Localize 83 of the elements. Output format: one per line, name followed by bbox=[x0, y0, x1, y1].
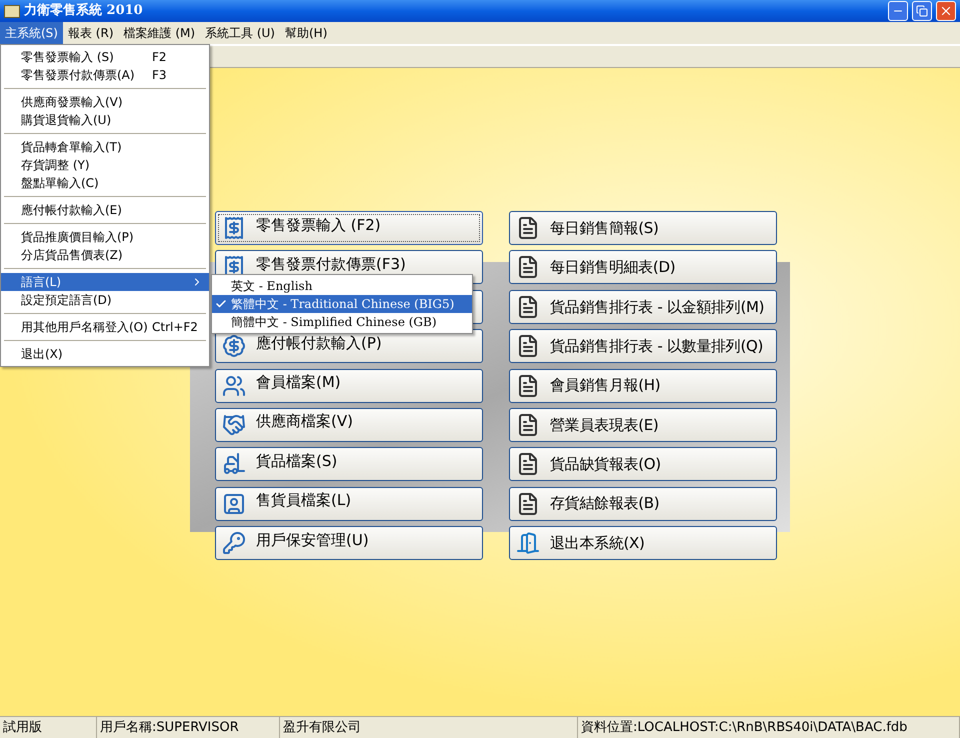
dollar-icon bbox=[222, 334, 246, 358]
menu-button[interactable]: 貨品檔案(S) bbox=[215, 447, 483, 482]
shortcut-text: F2 bbox=[152, 49, 167, 66]
menu-item-label: 購貨退貨輸入(U) bbox=[21, 112, 112, 129]
menu-item-label: 零售發票輸入 (S) bbox=[21, 49, 115, 66]
menu-item-label: 盤點單輸入(C) bbox=[21, 175, 100, 192]
menu-item-label: 退出(X) bbox=[21, 346, 64, 363]
menu-button[interactable]: 零售發票輸入 (F2) bbox=[215, 211, 483, 245]
status-text: 試用版 bbox=[0, 717, 97, 738]
document-icon bbox=[516, 452, 540, 476]
menu-bar-item[interactable]: 主系統(S) bbox=[0, 22, 63, 44]
menu-item-label: 零售發票付款傳票(A) bbox=[21, 67, 136, 84]
submenu-item[interactable]: 簡體中文 - Simplified Chinese (GB) bbox=[212, 313, 472, 331]
menu-item-label: 貨品推廣價目輸入(P) bbox=[21, 229, 135, 246]
report-button[interactable]: 營業員表現表(E) bbox=[509, 408, 777, 442]
menu-item[interactable]: 貨品推廣價目輸入(P) bbox=[1, 228, 209, 246]
restore-button[interactable] bbox=[912, 1, 932, 21]
menu-item[interactable]: 設定預定語言(D) bbox=[1, 291, 209, 309]
menu-item-label: 設定預定語言(D) bbox=[21, 292, 113, 309]
user-icon bbox=[222, 492, 246, 516]
document-icon bbox=[516, 216, 540, 240]
menu-item[interactable]: 購貨退貨輸入(U) bbox=[1, 111, 209, 129]
menu-item[interactable]: 應付帳付款輸入(E) bbox=[1, 201, 209, 219]
close-button[interactable] bbox=[936, 1, 956, 21]
menu-item[interactable]: 退出(X) bbox=[1, 345, 209, 363]
app-icon bbox=[4, 4, 20, 18]
restore-icon bbox=[916, 5, 928, 17]
menu-item[interactable]: 盤點單輸入(C) bbox=[1, 174, 209, 192]
door-icon bbox=[516, 531, 540, 556]
menu-item[interactable]: 貨品轉倉單輸入(T) bbox=[1, 138, 209, 156]
people-icon bbox=[222, 374, 246, 398]
report-button[interactable]: 每日銷售簡報(S) bbox=[509, 211, 777, 245]
window-title: 力衛零售系統 2010 bbox=[24, 2, 144, 20]
close-icon bbox=[939, 4, 953, 18]
menu-button[interactable]: 會員檔案(M) bbox=[215, 368, 483, 403]
report-button[interactable]: 貨品銷售排行表 - 以金額排列(M) bbox=[509, 290, 777, 324]
forklift-icon bbox=[222, 452, 246, 476]
report-button[interactable]: 退出本系統(X) bbox=[509, 526, 777, 560]
document-icon bbox=[516, 412, 540, 437]
menu-button[interactable]: 售貨員檔案(L) bbox=[215, 486, 483, 521]
menu-item-label: 貨品轉倉單輸入(T) bbox=[21, 139, 123, 156]
document-icon bbox=[516, 294, 540, 319]
menu-bar-item[interactable]: 報表 (R) bbox=[62, 22, 118, 44]
menu-item[interactable]: 零售發票付款傳票(A) F3 bbox=[1, 66, 209, 84]
status-text: 盈升有限公司 bbox=[280, 717, 578, 738]
menu-item[interactable]: 分店貨品售價表(Z) bbox=[1, 246, 209, 264]
menu-item-label: 用其他用戶名稱登入(O) bbox=[21, 319, 149, 336]
shortcut-text: F3 bbox=[152, 67, 167, 84]
handshake-icon bbox=[222, 412, 246, 437]
check-icon bbox=[215, 298, 227, 310]
document-icon bbox=[516, 255, 540, 280]
menu-item[interactable]: 用其他用戶名稱登入(O) Ctrl+F2 bbox=[1, 318, 209, 336]
menu-bar-item[interactable]: 幫助(H) bbox=[280, 22, 332, 44]
menu-item[interactable]: 語言(L) bbox=[1, 273, 209, 291]
status-text: 用戶名稱:SUPERVISOR bbox=[97, 717, 280, 738]
menu-item-label: 供應商發票輸入(V) bbox=[21, 94, 124, 111]
menu-bar-item[interactable]: 系統工具 (U) bbox=[200, 22, 280, 44]
receipt-icon bbox=[222, 216, 246, 240]
submenu-item-label: 簡體中文 - Simplified Chinese (GB) bbox=[231, 314, 436, 331]
key-icon bbox=[222, 531, 246, 556]
menu-item[interactable]: 供應商發票輸入(V) bbox=[1, 93, 209, 111]
menu-item[interactable]: 零售發票輸入 (S) F2 bbox=[1, 48, 209, 66]
report-button[interactable]: 會員銷售月報(H) bbox=[509, 368, 777, 403]
submenu-item-label: 繁體中文 - Traditional Chinese (BIG5) bbox=[231, 296, 454, 313]
report-button[interactable]: 貨品銷售排行表 - 以數量排列(Q) bbox=[509, 329, 777, 364]
menu-item-label: 分店貨品售價表(Z) bbox=[21, 247, 124, 264]
menu-item-label: 應付帳付款輸入(E) bbox=[21, 202, 123, 219]
menu-item-label: 語言(L) bbox=[21, 274, 62, 291]
report-button[interactable]: 存貨結餘報表(B) bbox=[509, 486, 777, 521]
menu-button[interactable]: 用戶保安管理(U) bbox=[215, 526, 483, 560]
menu-item-label: 存貨調整 (Y) bbox=[21, 157, 91, 174]
minimize-button[interactable] bbox=[888, 1, 908, 21]
document-icon bbox=[516, 492, 540, 516]
shortcut-text: Ctrl+F2 bbox=[152, 319, 198, 336]
menu-item[interactable]: 存貨調整 (Y) bbox=[1, 156, 209, 174]
document-icon bbox=[516, 334, 540, 358]
status-text: 資料位置:LOCALHOST:C:\RnB\RBS40i\DATA\BAC.fdb bbox=[578, 717, 960, 738]
menu-bar-item[interactable]: 檔案維護 (M) bbox=[118, 22, 200, 44]
submenu-item[interactable]: 繁體中文 - Traditional Chinese (BIG5) bbox=[212, 295, 472, 313]
report-button[interactable]: 貨品缺貨報表(O) bbox=[509, 447, 777, 482]
report-button[interactable]: 每日銷售明細表(D) bbox=[509, 250, 777, 284]
document-icon bbox=[516, 374, 540, 398]
menu-button[interactable]: 供應商檔案(V) bbox=[215, 408, 483, 442]
